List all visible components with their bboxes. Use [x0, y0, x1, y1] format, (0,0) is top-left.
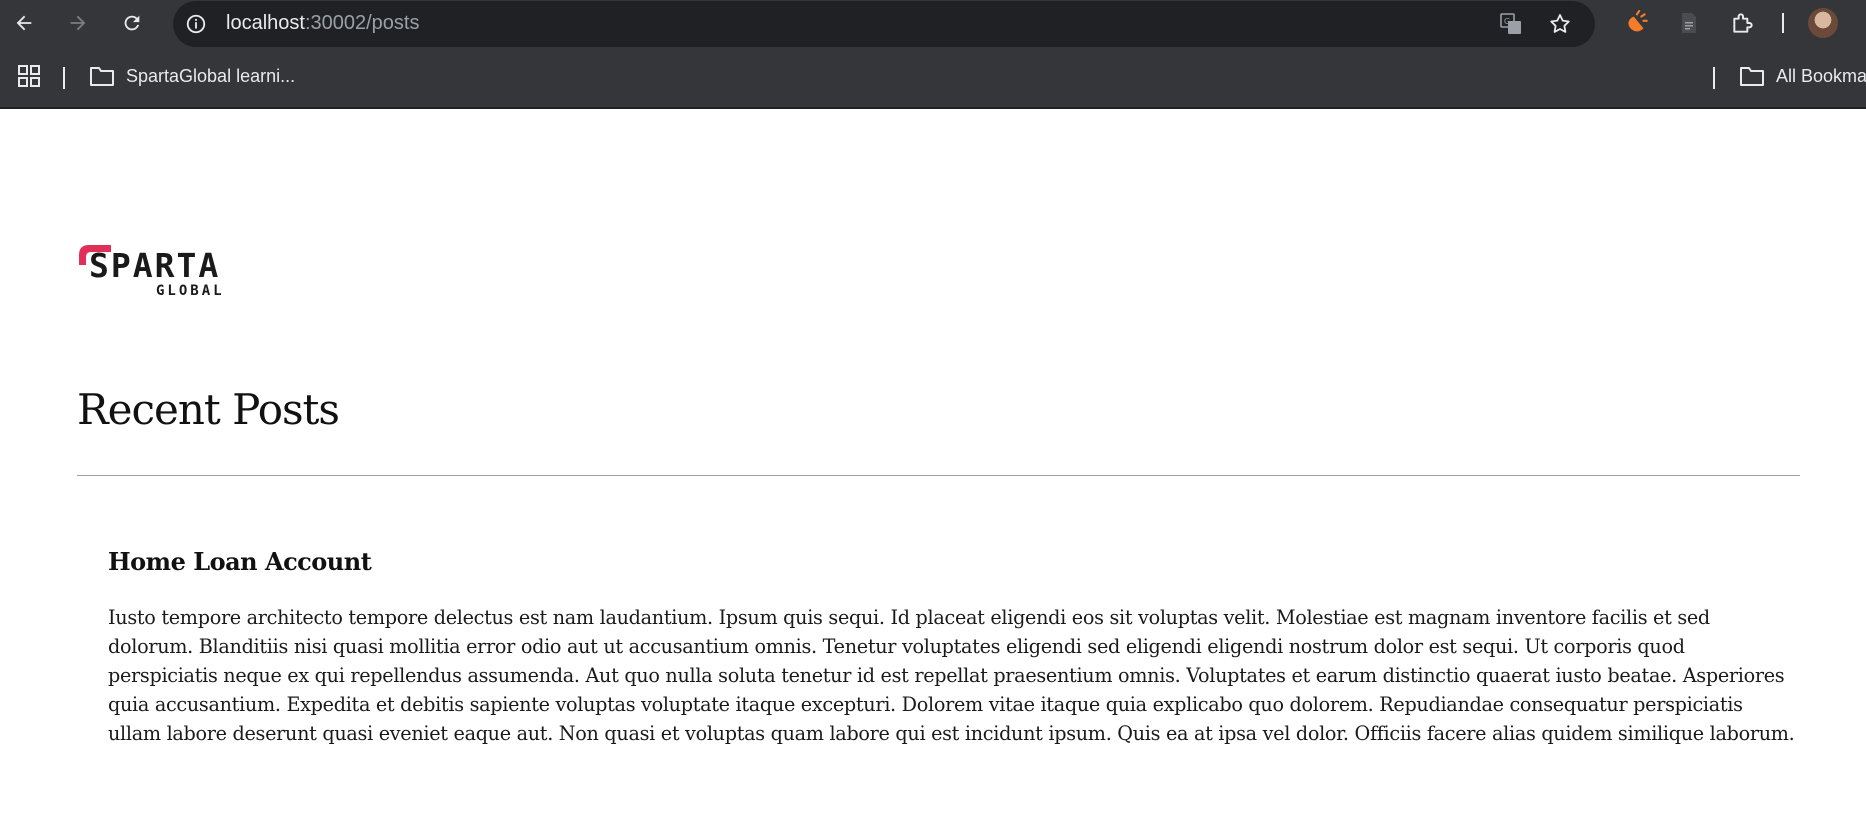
title-divider: [77, 475, 1800, 476]
browser-toolbar: localhost:30002/posts G: [0, 0, 1866, 47]
apps-grid-icon[interactable]: [14, 61, 44, 91]
folder-icon: [87, 61, 117, 91]
post-title[interactable]: Home Loan Account: [108, 547, 1798, 576]
reload-icon[interactable]: [116, 7, 148, 39]
post-card: Home Loan Account Iusto tempore architec…: [108, 547, 1798, 748]
folder-icon: [1737, 61, 1767, 91]
address-bar[interactable]: localhost:30002/posts G: [173, 1, 1595, 47]
url-text[interactable]: localhost:30002/posts: [226, 12, 419, 35]
sparta-global-logo[interactable]: SPARTA GLOBAL: [77, 243, 232, 299]
page-title: Recent Posts: [77, 385, 340, 434]
document-icon[interactable]: [1674, 8, 1704, 38]
logo-brand-top: SPARTA: [89, 246, 220, 285]
browser-chrome: localhost:30002/posts G SpartaGlobal lea…: [0, 0, 1866, 109]
logo-brand-bottom: GLOBAL: [156, 283, 225, 299]
bookmarks-divider-right: [1713, 67, 1715, 89]
logo-graphic: SPARTA GLOBAL: [79, 245, 225, 299]
bookmark-star-icon[interactable]: [1547, 11, 1573, 37]
bookmarks-divider: [63, 67, 65, 89]
page-content: SPARTA GLOBAL Recent Posts Home Loan Acc…: [0, 109, 1866, 826]
toolbar-divider: [1782, 13, 1784, 33]
bookmark-folder-sparta[interactable]: SpartaGlobal learni...: [126, 66, 295, 87]
svg-text:G: G: [1504, 17, 1510, 26]
forward-arrow-icon[interactable]: [62, 7, 94, 39]
profile-avatar[interactable]: [1808, 8, 1838, 38]
back-arrow-icon[interactable]: [8, 7, 40, 39]
translate-icon[interactable]: G: [1498, 11, 1524, 37]
bookmark-all-bookmarks[interactable]: All Bookma: [1776, 66, 1866, 87]
bookmarks-bar: SpartaGlobal learni... All Bookma: [0, 55, 1866, 99]
extension-icon[interactable]: [1622, 8, 1652, 38]
post-body: Iusto tempore architecto tempore delectu…: [108, 606, 1795, 745]
puzzle-icon[interactable]: [1728, 8, 1758, 38]
site-info-icon[interactable]: [183, 11, 209, 37]
